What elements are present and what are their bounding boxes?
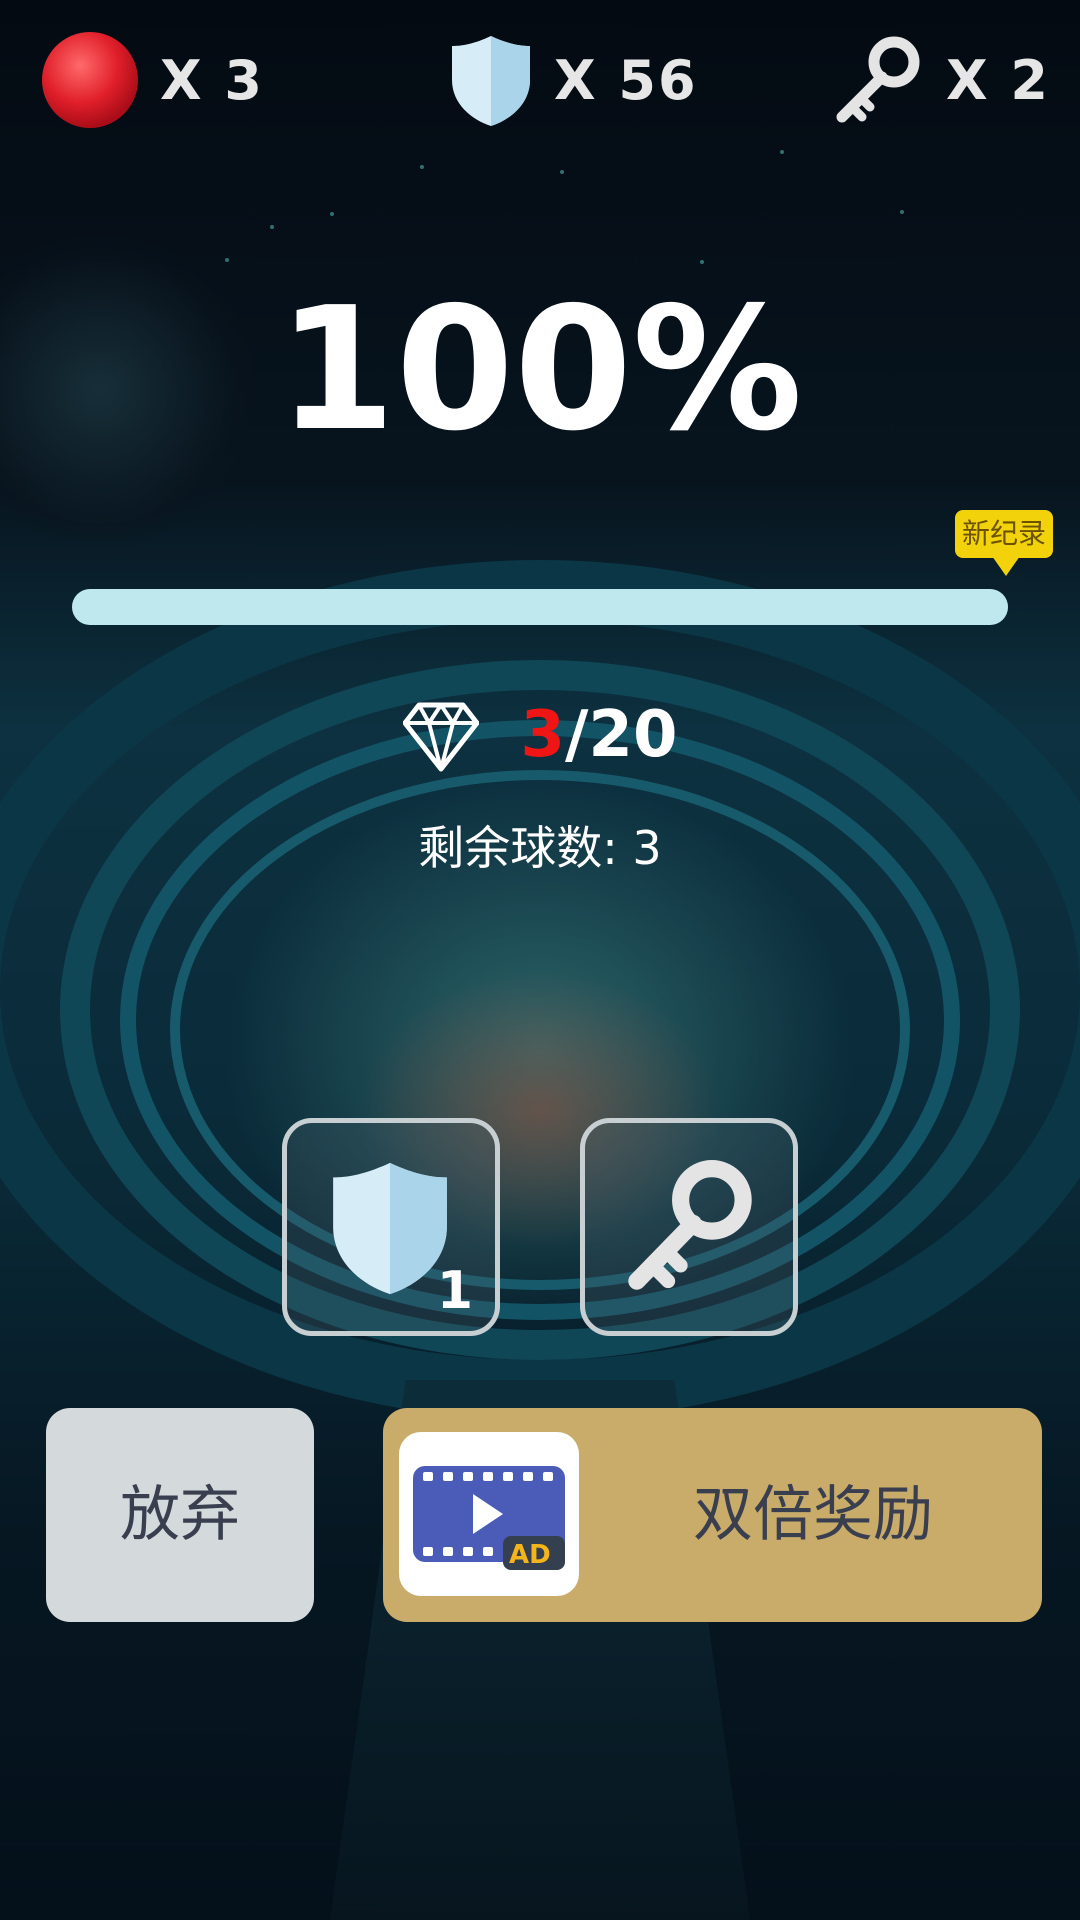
lives-counter: X 3 — [40, 30, 264, 130]
star — [780, 150, 784, 154]
double-reward-label: 双倍奖励 — [693, 1480, 933, 1550]
key-powerup-button[interactable] — [580, 1118, 798, 1336]
shield-icon — [333, 1162, 447, 1295]
shields-count: X 56 — [554, 48, 698, 112]
star — [420, 165, 424, 169]
shields-counter: X 56 — [448, 30, 698, 130]
diamond-icon — [402, 702, 479, 772]
star — [700, 260, 704, 264]
key-icon — [628, 1160, 752, 1290]
video-ad-icon: AD — [399, 1432, 579, 1596]
lives-count: X 3 — [160, 48, 265, 112]
double-reward-button[interactable]: AD 双倍奖励 — [383, 1408, 1042, 1622]
red-ball-icon — [42, 32, 138, 128]
completion-percent: 100% — [277, 271, 803, 469]
progress-bar — [72, 589, 1008, 625]
video-play-icon — [413, 1466, 565, 1570]
quit-button[interactable]: 放弃 — [46, 1408, 314, 1622]
star — [270, 225, 274, 229]
gem-current: 3 — [520, 698, 566, 772]
progress-fill — [72, 589, 1008, 625]
ad-badge: AD — [509, 1540, 551, 1570]
key-icon — [836, 36, 920, 123]
star — [330, 212, 334, 216]
remaining-balls: 剩余球数: 3 — [418, 821, 662, 875]
gem-total: /20 — [565, 698, 678, 772]
new-record-badge-tail — [992, 556, 1020, 576]
shield-powerup-button[interactable]: 1 — [282, 1118, 500, 1336]
shield-icon — [452, 36, 530, 126]
star — [900, 210, 904, 214]
keys-counter: X 2 — [830, 30, 1050, 130]
gem-counter: 3/20 — [0, 695, 1080, 775]
star — [560, 170, 564, 174]
new-record-badge: 新纪录 — [955, 510, 1053, 558]
shield-powerup-count: 1 — [436, 1261, 473, 1321]
keys-count: X 2 — [946, 48, 1051, 112]
star — [225, 258, 229, 262]
gem-progress: 3/20 — [521, 698, 678, 772]
